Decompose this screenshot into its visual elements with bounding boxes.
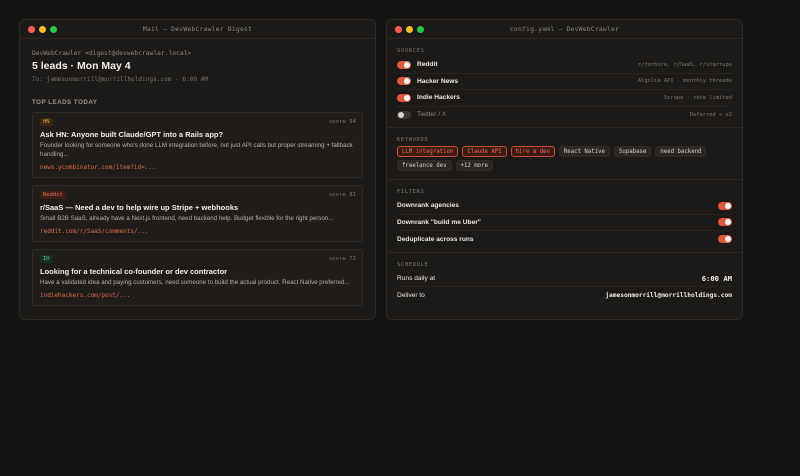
filter-name: Downrank agencies	[397, 202, 459, 210]
config-window: config.yaml — DevWebCrawler SOURCES Redd…	[386, 19, 743, 320]
filter-toggle[interactable]	[718, 218, 732, 227]
keywords-section: KEYWORDS LLM integration Claude API hire…	[387, 128, 742, 175]
keyword-chip[interactable]: hire a dev	[510, 146, 555, 157]
schedule-section: SCHEDULE Runs daily at 6:00 AM Deliver t…	[387, 253, 742, 304]
filters-heading: FILTERS	[397, 189, 425, 195]
lead-card[interactable]: HN score 94 Ask HN: Anyone built Claude/…	[32, 112, 363, 178]
minimize-window-button[interactable]	[39, 25, 46, 33]
lead-score: score 81	[329, 191, 356, 198]
keyword-chip[interactable]: freelance dev	[397, 160, 452, 171]
close-window-button[interactable]	[28, 25, 35, 33]
lead-score: score 72	[329, 255, 356, 262]
runs-time-value[interactable]: 6:00 AM	[702, 274, 732, 283]
lead-title: r/SaaS — Need a dev to help wire up Stri…	[40, 202, 239, 212]
source-name: Hacker News	[417, 77, 459, 85]
lead-link[interactable]: indiehackers.com/post/...	[40, 292, 356, 299]
source-badge: HN	[40, 118, 53, 126]
lead-score: score 94	[329, 119, 356, 125]
source-toggle[interactable]	[397, 110, 411, 119]
lead-card[interactable]: IH score 72 Looking for a technical co-f…	[32, 248, 363, 306]
source-badge: Reddit	[40, 190, 66, 199]
source-row-twitter: Twitter / X Deferred → v2	[397, 107, 732, 124]
filter-name: Deduplicate across runs	[397, 235, 474, 243]
lead-snippet: Have a validated idea and paying custome…	[40, 278, 350, 286]
deliver-email-value[interactable]: jamesonmorrill@morrillholdings.com	[605, 292, 732, 299]
filter-row: Deduplicate across runs	[397, 231, 732, 248]
source-detail: Deferred → v2	[689, 111, 732, 118]
lead-link[interactable]: news.ycombinator.com/item?id=...	[40, 164, 356, 171]
deliver-label: Deliver to	[397, 291, 425, 299]
window-controls	[395, 25, 424, 33]
sources-heading: SOURCES	[397, 48, 425, 54]
filters-section: FILTERS Downrank agencies Downrank "buil…	[387, 180, 742, 248]
maximize-window-button[interactable]	[50, 25, 57, 33]
source-name: Reddit	[417, 61, 438, 69]
keyword-chip[interactable]: React Native	[558, 146, 610, 157]
lead-snippet: Small B2B SaaS, already have a Next.js f…	[40, 214, 334, 222]
mail-subject: 5 leads · Mon May 4	[32, 60, 131, 72]
schedule-heading: SCHEDULE	[397, 261, 429, 268]
mail-window-title: Mail — DevWebCrawler Digest	[142, 25, 253, 33]
mail-body: DevWebCrawler <digest@devwebcrawler.loca…	[20, 39, 375, 306]
source-row-indie-hackers: Indie Hackers Scrape · rate limited	[397, 90, 732, 107]
sources-section: SOURCES Reddit r/forhire, r/SaaS, r/star…	[387, 39, 742, 123]
mail-window: Mail — DevWebCrawler Digest DevWebCrawle…	[19, 19, 376, 320]
lead-title: Ask HN: Anyone built Claude/GPT into a R…	[40, 130, 224, 139]
keyword-chip[interactable]: need backend	[655, 146, 707, 157]
runs-label: Runs daily at	[397, 274, 436, 282]
lead-card[interactable]: Reddit score 81 r/SaaS — Need a dev to h…	[32, 184, 363, 242]
source-detail: Scrape · rate limited	[663, 94, 732, 101]
filter-toggle[interactable]	[718, 235, 732, 244]
close-window-button[interactable]	[395, 25, 402, 33]
keywords-heading: KEYWORDS	[397, 137, 429, 143]
source-name: Indie Hackers	[417, 94, 460, 102]
filter-row: Downrank "build me Uber"	[397, 215, 732, 231]
filter-name: Downrank "build me Uber"	[397, 218, 481, 226]
deliver-row: Deliver to jamesonmorrill@morrillholding…	[397, 287, 732, 304]
minimize-window-button[interactable]	[406, 25, 413, 33]
source-row-reddit: Reddit r/forhire, r/SaaS, r/startups	[397, 57, 732, 74]
lead-title: Looking for a technical co-founder or de…	[40, 266, 228, 276]
filter-toggle[interactable]	[718, 201, 732, 210]
schedule-time-row: Runs daily at 6:00 AM	[397, 271, 732, 287]
source-toggle[interactable]	[397, 77, 411, 86]
source-toggle[interactable]	[397, 93, 411, 102]
source-toggle[interactable]	[397, 60, 411, 69]
more-keywords-chip[interactable]: +12 more	[455, 160, 493, 171]
lead-snippet: Founder looking for someone who's done L…	[40, 142, 353, 158]
config-titlebar: config.yaml — DevWebCrawler	[387, 20, 742, 39]
lead-link[interactable]: reddit.com/r/SaaS/comments/...	[40, 228, 356, 235]
source-row-hacker-news: Hacker News Algolia API · monthly thread…	[397, 74, 732, 90]
filter-row: Downrank agencies	[397, 198, 732, 215]
source-detail: r/forhire, r/SaaS, r/startups	[637, 61, 732, 68]
keyword-chip[interactable]: Supabase	[613, 146, 652, 157]
top-leads-heading: TOP LEADS TODAY	[32, 99, 98, 106]
config-window-title: config.yaml — DevWebCrawler	[509, 25, 620, 33]
window-controls	[28, 25, 57, 33]
keyword-chips: LLM integration Claude API hire a dev Re…	[397, 146, 732, 175]
source-detail: Algolia API · monthly threads	[637, 78, 732, 85]
keyword-chip[interactable]: LLM integration	[397, 146, 459, 157]
mail-to: To: jamesonmorrill@morrillholdings.com ·…	[32, 76, 209, 83]
maximize-window-button[interactable]	[417, 25, 424, 33]
keyword-chip[interactable]: Claude API	[462, 146, 507, 157]
mail-from: DevWebCrawler <digest@devwebcrawler.loca…	[32, 50, 192, 57]
source-name: Twitter / X	[417, 111, 447, 119]
mail-titlebar: Mail — DevWebCrawler Digest	[20, 20, 375, 39]
source-badge: IH	[40, 254, 53, 263]
